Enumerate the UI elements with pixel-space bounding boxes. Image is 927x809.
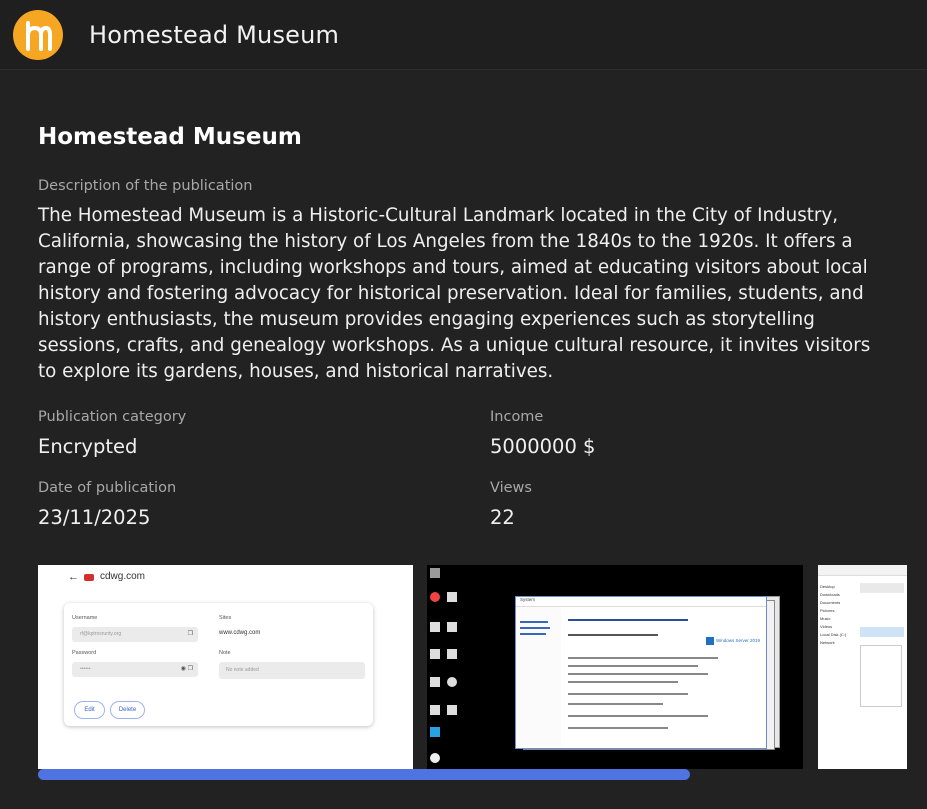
category-label: Publication category: [38, 409, 187, 425]
income-field: Income 5000000 $: [490, 409, 889, 458]
income-label: Income: [490, 409, 544, 425]
sites-label: Sites: [219, 615, 232, 621]
screenshot-gallery[interactable]: ← cdwg.com Username rf@kptrnsrunty.org ❐…: [38, 565, 927, 770]
text-line: [568, 634, 658, 636]
text-line: [568, 715, 708, 717]
edit-button[interactable]: Edit: [74, 701, 105, 719]
username-field[interactable]: rf@kptrnsrunty.org ❐: [72, 627, 198, 642]
gallery-image-1[interactable]: ← cdwg.com Username rf@kptrnsrunty.org ❐…: [38, 565, 413, 769]
views-label: Views: [490, 480, 532, 496]
views-value: 22: [490, 506, 515, 529]
tree-item[interactable]: Network: [820, 639, 858, 647]
username-label: Username: [72, 615, 98, 621]
date-label: Date of publication: [38, 480, 177, 496]
publication-meta: Publication category Encrypted Income 50…: [38, 409, 889, 529]
control-panel-sidebar: [516, 607, 561, 747]
note-placeholder: No note added: [226, 667, 259, 673]
pdf-icon: [447, 649, 457, 659]
file-icon: [447, 592, 457, 602]
tree-item[interactable]: Desktop: [820, 583, 858, 591]
page-title: Homestead Museum: [38, 124, 302, 150]
password-field[interactable]: •••••• ◉ ❐: [72, 662, 198, 677]
file-icon: [430, 622, 440, 632]
date-field: Date of publication 23/11/2025: [38, 480, 490, 529]
file-icon: [447, 705, 457, 715]
description-label: Description of the publication: [38, 178, 253, 194]
gallery-scrollbar[interactable]: [38, 769, 908, 780]
heading-line: [568, 619, 688, 621]
username-value: rf@kptrnsrunty.org: [80, 631, 122, 637]
credential-card: Username rf@kptrnsrunty.org ❐ Sites www.…: [64, 603, 373, 726]
text-line: [568, 703, 663, 705]
gallery-scrollbar-thumb[interactable]: [38, 769, 690, 780]
top-bar: Homestead Museum: [0, 0, 927, 70]
eye-off-icon[interactable]: ◉ ❐: [181, 665, 193, 672]
site-name: cdwg.com: [100, 571, 146, 582]
homestead-logo-icon[interactable]: [13, 9, 63, 60]
gallery-image-2[interactable]: System Windows Server 2019: [427, 565, 803, 769]
pdf-icon: [430, 705, 440, 715]
category-field: Publication category Encrypted: [38, 409, 490, 458]
edition-label: Windows Server 2019: [716, 638, 761, 643]
tree-item[interactable]: Videos: [820, 623, 858, 631]
text-line: [568, 681, 678, 683]
pdf-icon: [430, 677, 440, 687]
copy-icon[interactable]: ❐: [188, 630, 193, 637]
app-icon: [447, 677, 457, 687]
tree-item[interactable]: Pictures: [820, 607, 858, 615]
recycle-bin-icon: [430, 568, 440, 578]
gallery-image-3[interactable]: Desktop Downloads Documents Pictures Mus…: [818, 565, 907, 769]
pdf-icon: [430, 649, 440, 659]
publication-detail: Homestead Museum Description of the publ…: [0, 70, 927, 529]
desktop-icons: [427, 565, 463, 769]
views-field: Views 22: [490, 480, 889, 529]
info-panel: [860, 645, 902, 707]
delete-button[interactable]: Delete: [110, 701, 145, 719]
sites-value[interactable]: www.cdwg.com: [219, 630, 260, 636]
text-line: [568, 657, 718, 659]
text-line: [568, 693, 688, 695]
category-value: Encrypted: [38, 435, 138, 458]
chrome-icon: [430, 592, 440, 602]
tree-item[interactable]: Documents: [820, 599, 858, 607]
income-value: 5000000 $: [490, 435, 596, 458]
site-favicon-icon: [84, 574, 94, 581]
back-arrow-icon: ←: [68, 571, 79, 583]
file-icon: [447, 622, 457, 632]
text-line: [568, 673, 708, 675]
explorer-toolbar: [818, 565, 907, 576]
text-line: [568, 727, 668, 729]
system-window[interactable]: System Windows Server 2019: [515, 596, 767, 749]
ball-icon: [430, 753, 440, 763]
windows-logo-icon: Windows Server 2019: [706, 637, 761, 647]
drive-tile-selected: [860, 627, 904, 637]
text-line: [568, 665, 698, 667]
tree-item[interactable]: Downloads: [820, 591, 858, 599]
app-icon: [430, 727, 440, 737]
note-field[interactable]: No note added: [219, 662, 365, 679]
app-title: Homestead Museum: [89, 20, 340, 49]
tree-item[interactable]: Local Disk (C:): [820, 631, 858, 639]
tree-item[interactable]: Music: [820, 615, 858, 623]
date-value: 23/11/2025: [38, 506, 151, 529]
description-text: The Homestead Museum is a Historic-Cultu…: [38, 205, 871, 382]
window-title: System: [516, 597, 766, 607]
note-label: Note: [219, 650, 231, 656]
drive-tile: [860, 583, 904, 593]
explorer-tree: Desktop Downloads Documents Pictures Mus…: [820, 583, 858, 647]
password-label: Password: [72, 650, 97, 656]
password-value: ••••••: [80, 666, 91, 672]
